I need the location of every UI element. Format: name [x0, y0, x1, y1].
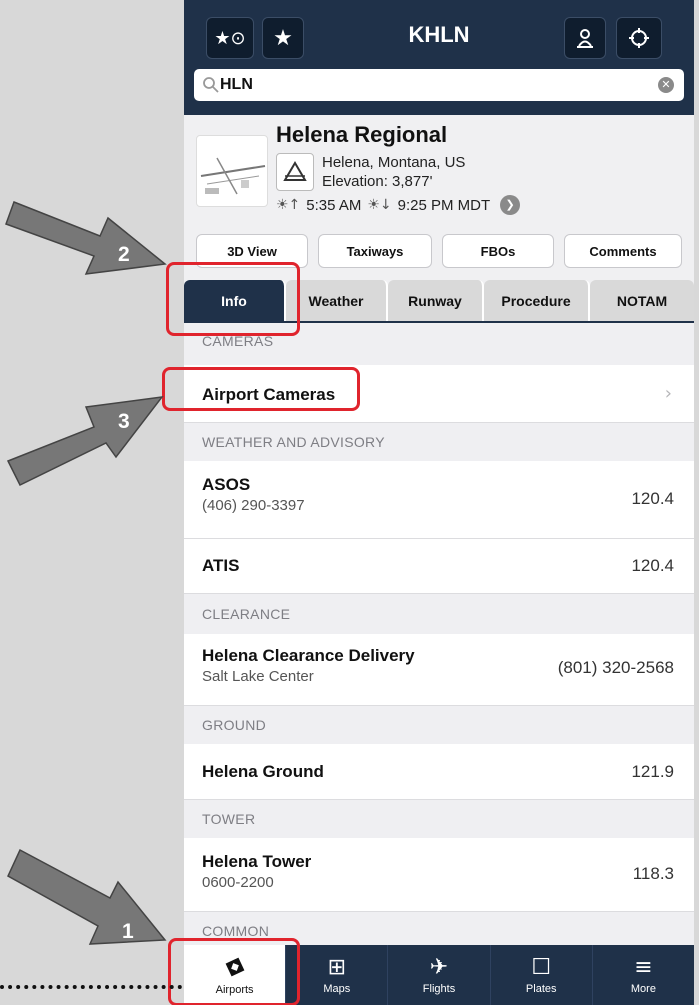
sunrise-icon: ☀↑ [276, 197, 301, 213]
tab-notam[interactable]: NOTAM [590, 280, 694, 321]
search-bar: ✕ [194, 69, 684, 101]
search-icon [203, 77, 219, 93]
asos-phone: (406) 290-3397 [202, 497, 305, 514]
sunset-icon: ☀↓ [367, 197, 392, 213]
tower-hours: 0600-2200 [202, 874, 274, 891]
asos-label: ASOS [202, 475, 251, 494]
tabbar-maps-label: Maps [323, 982, 351, 995]
tower-row[interactable]: Helena Tower 0600-2200 118.3 [184, 838, 694, 912]
tabbar-more[interactable]: ≡ More [591, 945, 694, 1005]
sun-times: ☀↑ 5:35 AM ☀↓ 9:25 PM MDT ❯ [276, 195, 521, 215]
nav-bar: ★⊙ ★ KHLN HLN ✕ [184, 0, 694, 115]
tabbar-maps[interactable]: ⊞ Maps [285, 945, 387, 1005]
clear-search-icon[interactable]: ✕ [658, 77, 674, 93]
favorites-button[interactable]: ★ [262, 17, 304, 59]
ground-frequency: 121.9 [631, 762, 674, 781]
airport-name: Helena Regional [276, 122, 448, 147]
ground-row[interactable]: Helena Ground 121.9 [184, 744, 694, 800]
asos-frequency: 120.4 [631, 489, 674, 508]
plate-icon: ☐ [531, 954, 552, 980]
airport-type-icon [276, 153, 314, 191]
person-pin-icon [577, 29, 593, 48]
tower-frequency: 118.3 [632, 864, 674, 883]
airplane-takeoff-icon: ✈ [429, 954, 449, 980]
arrow-step-2-icon [5, 201, 167, 275]
ground-section-header: GROUND [184, 706, 694, 744]
page-title: KHLN [408, 22, 470, 47]
step-1-number: 1 [122, 920, 134, 943]
sunrise-time: 5:35 AM [306, 196, 362, 214]
map-icon: ⊞ [327, 954, 347, 980]
locate-button[interactable] [616, 17, 662, 59]
favorites-recent-button[interactable]: ★⊙ [206, 17, 254, 59]
tabbar-plates-label: Plates [525, 982, 557, 995]
tab-procedure[interactable]: Procedure [484, 280, 590, 321]
tower-section-header: TOWER [184, 800, 694, 838]
hamburger-menu-icon: ≡ [634, 954, 653, 980]
atis-frequency: 120.4 [631, 556, 674, 575]
arrow-step-3-icon [6, 396, 164, 486]
info-list: CAMERAS Airport Cameras › WEATHER AND AD… [184, 325, 694, 950]
highlight-airport-cameras [162, 367, 360, 411]
arrow-step-1-icon [7, 848, 167, 945]
tabbar-more-label: More [630, 982, 656, 995]
tabbar-flights[interactable]: ✈ Flights [387, 945, 489, 1005]
clearance-section-header: CLEARANCE [184, 594, 694, 634]
sun-details-arrow-icon[interactable]: ❯ [500, 195, 521, 215]
airport-diagram-thumbnail[interactable] [196, 135, 268, 207]
search-input[interactable] [220, 76, 650, 94]
crosshair-icon [629, 28, 649, 48]
tab-runway[interactable]: Runway [388, 280, 484, 321]
atis-row[interactable]: ATIS 120.4 [184, 539, 694, 594]
airport-city: Helena, Montana, US [322, 154, 466, 171]
step-3-number: 3 [118, 410, 130, 433]
tab-weather[interactable]: Weather [286, 280, 388, 321]
tower-label: Helena Tower [202, 852, 312, 871]
fbos-button[interactable]: FBOs [442, 234, 554, 268]
ground-label: Helena Ground [202, 762, 324, 781]
comments-button[interactable]: Comments [564, 234, 682, 268]
weather-section-header: WEATHER AND ADVISORY [184, 423, 694, 461]
app-screen: ★⊙ ★ KHLN HLN ✕ Helena Regional Helena, … [184, 0, 694, 1005]
clearance-phone: (801) 320-2568 [557, 658, 674, 677]
star-recent-icon: ★⊙ [214, 27, 246, 49]
dotted-guide-line [0, 985, 182, 989]
clearance-row[interactable]: Helena Clearance Delivery Salt Lake Cent… [184, 634, 694, 706]
atis-label: ATIS [202, 556, 240, 575]
taxiways-button[interactable]: Taxiways [318, 234, 432, 268]
tabbar-flights-label: Flights [422, 982, 456, 995]
sunset-time: 9:25 PM MDT [397, 196, 491, 214]
nearby-airports-button[interactable] [564, 17, 606, 59]
highlight-airports-tab [168, 938, 300, 1005]
airport-diagram-icon [200, 157, 266, 195]
asos-row[interactable]: ASOS (406) 290-3397 120.4 [184, 461, 694, 539]
star-icon: ★ [273, 25, 293, 51]
tabbar-plates[interactable]: ☐ Plates [489, 945, 592, 1005]
chevron-right-icon: › [664, 383, 672, 404]
airport-elevation: Elevation: 3,877' [322, 173, 433, 190]
highlight-info-tab [166, 262, 300, 336]
step-2-number: 2 [118, 243, 130, 266]
